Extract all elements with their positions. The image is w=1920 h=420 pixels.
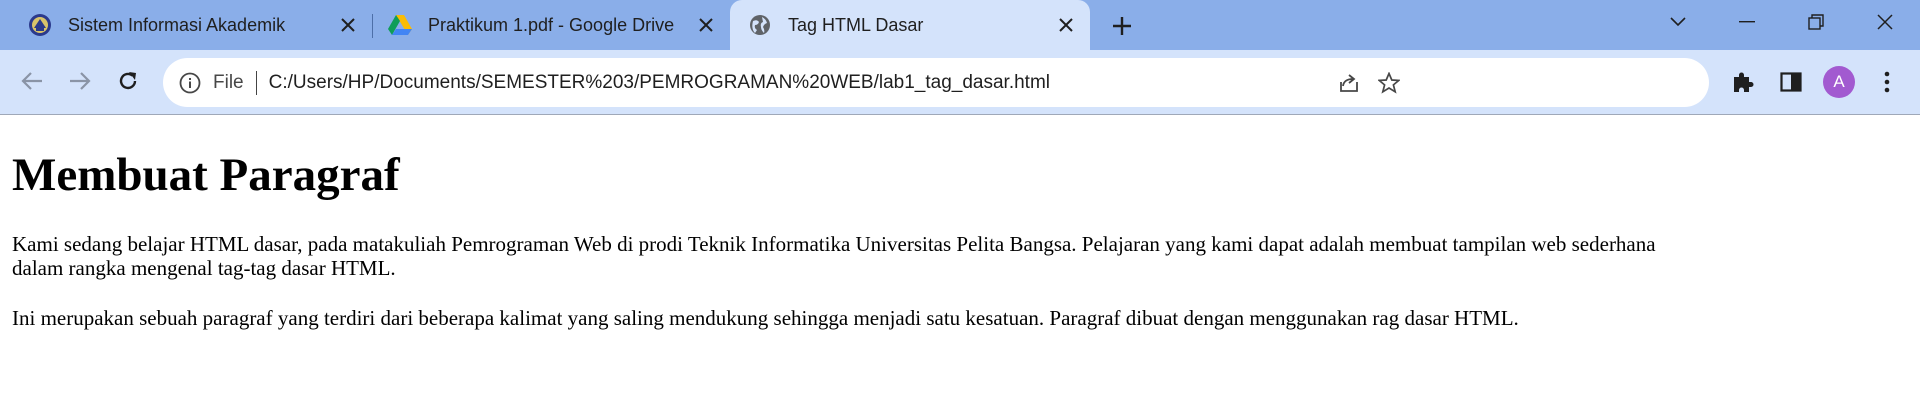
star-icon [1378, 72, 1400, 94]
close-tab-icon[interactable] [692, 11, 720, 39]
reload-button[interactable] [110, 63, 146, 99]
extensions-button[interactable] [1726, 65, 1760, 99]
paragraph-2: Ini merupakan sebuah paragraf yang terdi… [12, 306, 1519, 330]
arrow-right-icon [70, 72, 91, 90]
new-tab-button[interactable] [1106, 10, 1138, 42]
bookmark-button[interactable] [1373, 67, 1405, 99]
paragraph-1-line-1: Kami sedang belajar HTML dasar, pada mat… [12, 232, 1656, 256]
kebab-menu-icon [1884, 71, 1890, 93]
profile-avatar[interactable]: A [1823, 66, 1855, 98]
forward-button[interactable] [62, 63, 98, 99]
arrow-left-icon [21, 72, 42, 90]
tab-title: Tag HTML Dasar [788, 14, 924, 35]
tab-search-button[interactable] [1645, 0, 1711, 44]
side-panel-icon [1780, 72, 1802, 92]
page-heading: Membuat Paragraf [12, 149, 400, 201]
close-tab-icon[interactable] [1052, 11, 1080, 39]
close-window-button[interactable] [1852, 0, 1918, 44]
university-logo-icon [28, 13, 52, 37]
plus-icon [1113, 17, 1131, 35]
tab-praktikum-google-drive[interactable]: Praktikum 1.pdf - Google Drive [374, 0, 730, 50]
minimize-icon [1739, 21, 1755, 23]
reload-icon [119, 72, 137, 90]
share-icon [1340, 74, 1358, 92]
browser-toolbar: File C:/Users/HP/Documents/SEMESTER%203/… [0, 50, 1920, 115]
back-button[interactable] [14, 63, 50, 99]
close-icon [1877, 14, 1893, 30]
share-button[interactable] [1333, 67, 1365, 99]
side-panel-button[interactable] [1774, 65, 1808, 99]
globe-icon [748, 13, 772, 37]
tab-title: Praktikum 1.pdf - Google Drive [428, 14, 675, 35]
url-scheme-label: File [213, 71, 244, 93]
url-text[interactable]: C:/Users/HP/Documents/SEMESTER%203/PEMRO… [269, 72, 1050, 94]
tab-title: Sistem Informasi Akademik [68, 14, 286, 35]
google-drive-icon [388, 13, 412, 37]
site-info-icon[interactable] [177, 70, 203, 96]
minimize-button[interactable] [1714, 0, 1780, 44]
url-divider [255, 70, 257, 95]
page-content: Membuat Paragraf Kami sedang belajar HTM… [0, 148, 1920, 330]
close-tab-icon[interactable] [334, 11, 362, 39]
tab-separator [372, 14, 373, 38]
tab-tag-html-dasar[interactable]: Tag HTML Dasar [730, 0, 1090, 50]
chevron-down-icon [1670, 17, 1686, 27]
restore-button[interactable] [1783, 0, 1849, 44]
menu-button[interactable] [1870, 65, 1904, 99]
puzzle-icon [1734, 72, 1754, 92]
paragraph-1-line-2: dalam rangka mengenal tag-tag dasar HTML… [12, 256, 396, 280]
restore-icon [1808, 14, 1824, 30]
paragraph-1: Kami sedang belajar HTML dasar, pada mat… [12, 232, 1908, 280]
address-bar[interactable]: File C:/Users/HP/Documents/SEMESTER%203/… [163, 58, 1709, 107]
tab-sistem-informasi-akademik[interactable]: Sistem Informasi Akademik [0, 0, 372, 50]
tab-strip: Sistem Informasi Akademik Praktikum 1.pd… [0, 0, 1920, 50]
